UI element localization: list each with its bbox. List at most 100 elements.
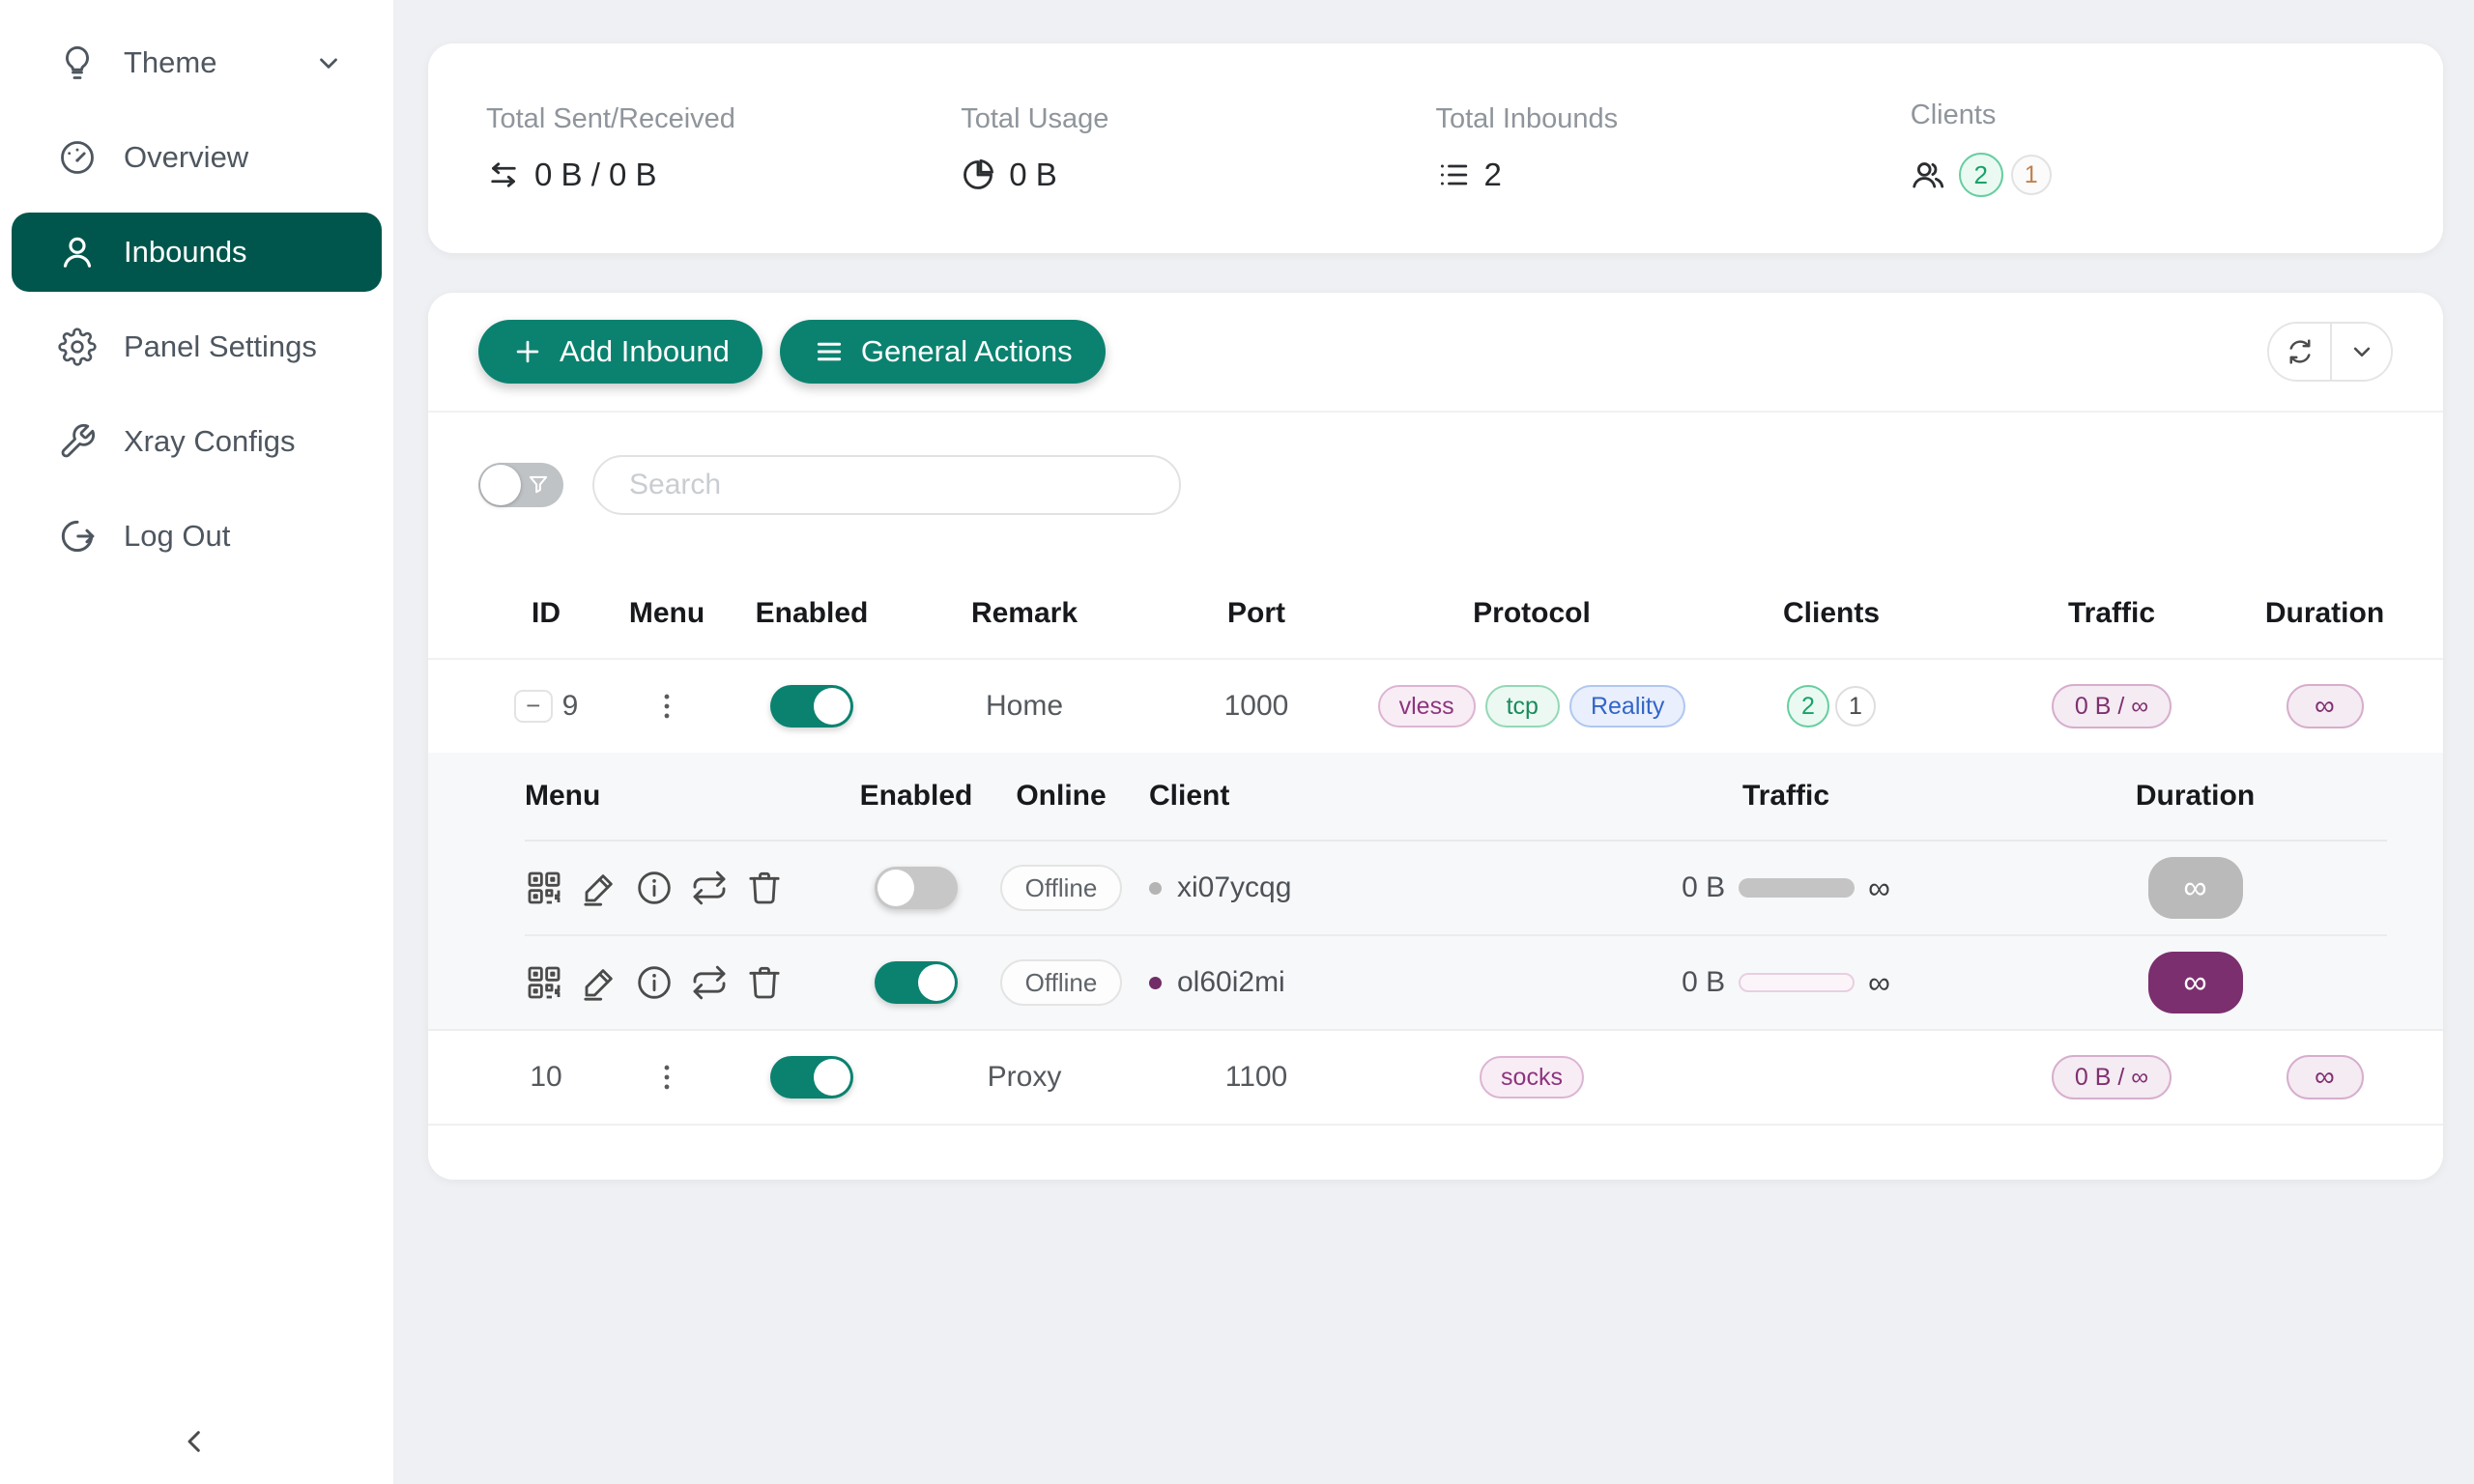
sidebar-item-panel-settings[interactable]: Panel Settings (12, 307, 382, 386)
plus-icon (511, 335, 544, 368)
subcolumn-header-traffic: Traffic (1568, 780, 2003, 813)
subcolumn-header-duration: Duration (2003, 780, 2387, 813)
collapse-row-button[interactable]: − (514, 690, 553, 723)
duration-pill: ∞ (2287, 684, 2364, 728)
column-header-port: Port (1145, 597, 1367, 630)
inbound-remark: Proxy (904, 1061, 1145, 1094)
user-icon (58, 233, 97, 271)
search-row (428, 413, 2443, 556)
column-header-id: ID (478, 597, 614, 630)
column-header-protocol: Protocol (1367, 597, 1696, 630)
refresh-split-button (2267, 322, 2393, 382)
toggle-knob (918, 964, 955, 1001)
stat-total-inbounds: Total Inbounds 2 (1436, 103, 1911, 193)
delete-icon[interactable] (745, 963, 784, 1002)
traffic-used: 0 B (1682, 871, 1725, 904)
edit-icon[interactable] (580, 963, 618, 1002)
inbound-enabled-toggle[interactable] (770, 685, 853, 728)
add-inbound-label: Add Inbound (560, 334, 730, 369)
info-icon[interactable] (635, 963, 674, 1002)
refresh-icon (2286, 337, 2315, 366)
column-header-duration: Duration (2257, 597, 2393, 630)
toggle-knob (877, 870, 914, 906)
add-inbound-button[interactable]: Add Inbound (478, 320, 762, 384)
main-content: Total Sent/Received 0 B / 0 B Total Usag… (393, 0, 2474, 1484)
sidebar-item-log-out[interactable]: Log Out (12, 497, 382, 576)
stat-total-sent-received: Total Sent/Received 0 B / 0 B (486, 103, 961, 193)
stat-value-text: 0 B / 0 B (534, 157, 657, 193)
column-header-clients: Clients (1696, 597, 1967, 630)
traffic-pill: 0 B / ∞ (2052, 1055, 2172, 1099)
refresh-button[interactable] (2269, 324, 2330, 380)
stat-clients: Clients 2 1 (1911, 100, 2385, 197)
wrench-icon (58, 422, 97, 461)
expanded-clients-section: Menu Enabled Online Client Traffic Durat… (428, 753, 2443, 1031)
inbound-remark: Home (904, 690, 1145, 723)
inbound-id: 10 (530, 1061, 561, 1094)
client-row: Offline ol60i2mi 0 B ∞ ∞ (525, 934, 2387, 1029)
sidebar-item-theme[interactable]: Theme (12, 23, 382, 102)
reset-traffic-icon[interactable] (690, 869, 729, 907)
online-status-pill: Offline (1000, 959, 1123, 1006)
column-header-menu: Menu (614, 597, 720, 630)
clients-active-badge: 2 (1959, 153, 2003, 197)
inbound-id: 9 (562, 690, 579, 723)
client-name: ol60i2mi (1177, 966, 1285, 999)
table-row: − 9 Home 1000 (428, 660, 2443, 753)
qr-code-icon[interactable] (525, 869, 563, 907)
funnel-icon (526, 472, 551, 498)
protocol-tag: vless (1378, 685, 1476, 728)
traffic-progress-bar (1739, 878, 1855, 898)
delete-icon[interactable] (745, 869, 784, 907)
stat-total-usage: Total Usage 0 B (961, 103, 1435, 193)
clients-count-badge: 2 (1787, 685, 1829, 728)
swap-arrows-icon (486, 157, 521, 192)
reset-traffic-icon[interactable] (690, 963, 729, 1002)
filter-toggle[interactable] (478, 463, 563, 507)
client-row: Offline xi07ycqg 0 B ∞ ∞ (525, 842, 2387, 934)
sidebar-item-label: Panel Settings (124, 329, 317, 364)
general-actions-button[interactable]: General Actions (780, 320, 1106, 384)
hamburger-icon (813, 335, 846, 368)
client-duration-pill[interactable]: ∞ (2148, 952, 2243, 1013)
app-root: Theme Overview Inbounds Panel Settings (0, 0, 2474, 1484)
refresh-dropdown-button[interactable] (2330, 324, 2391, 380)
team-icon (1911, 157, 1945, 192)
table-row: 10 Proxy 1100 so (428, 1031, 2443, 1126)
sidebar-item-label: Overview (124, 140, 248, 175)
client-duration-pill[interactable]: ∞ (2148, 857, 2243, 919)
clients-depleted-badge: 1 (2011, 155, 2052, 195)
sidebar-item-inbounds[interactable]: Inbounds (12, 213, 382, 292)
edit-icon[interactable] (580, 869, 618, 907)
chevron-left-icon (180, 1426, 211, 1457)
inbound-port: 1100 (1145, 1061, 1367, 1094)
client-enabled-toggle[interactable] (875, 961, 958, 1004)
dots-vertical-icon (650, 690, 683, 723)
row-menu-button[interactable] (647, 1057, 687, 1098)
sidebar-item-xray-configs[interactable]: Xray Configs (12, 402, 382, 481)
lightbulb-icon (58, 43, 97, 82)
table-header-row: ID Menu Enabled Remark Port Protocol Cli… (428, 569, 2443, 660)
toggle-knob (480, 465, 521, 505)
inbounds-panel-card: Add Inbound General Actions (428, 293, 2443, 1180)
dots-vertical-icon (650, 1061, 683, 1094)
sidebar: Theme Overview Inbounds Panel Settings (0, 0, 393, 1484)
inbound-enabled-toggle[interactable] (770, 1056, 853, 1099)
subcolumn-header-client: Client (1134, 780, 1568, 813)
search-input[interactable] (592, 455, 1181, 515)
traffic-limit: ∞ (1868, 965, 1890, 1001)
sidebar-item-label: Log Out (124, 519, 230, 554)
sidebar-item-overview[interactable]: Overview (12, 118, 382, 197)
qr-code-icon[interactable] (525, 963, 563, 1002)
client-enabled-toggle[interactable] (875, 867, 958, 909)
row-menu-button[interactable] (647, 686, 687, 727)
info-icon[interactable] (635, 869, 674, 907)
column-header-enabled: Enabled (720, 597, 904, 630)
online-status-pill: Offline (1000, 865, 1123, 911)
logout-icon (58, 517, 97, 556)
client-status-dot (1149, 882, 1162, 895)
pie-chart-icon (961, 157, 995, 192)
sidebar-collapse-button[interactable] (166, 1413, 224, 1470)
sidebar-item-label: Theme (124, 45, 216, 80)
gauge-icon (58, 138, 97, 177)
